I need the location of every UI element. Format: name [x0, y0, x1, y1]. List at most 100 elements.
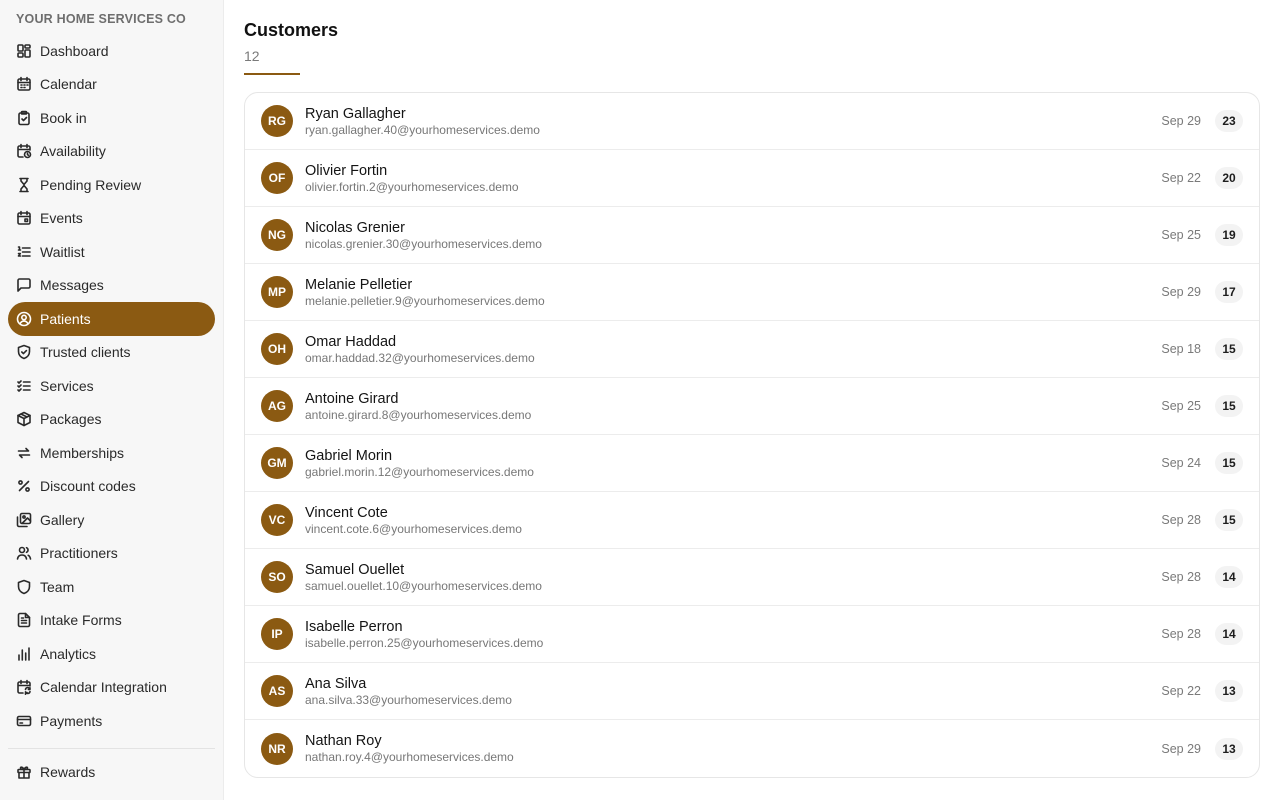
sidebar-item-label: Practitioners	[40, 545, 118, 562]
main-content: Customers 12 RG Ryan Gallagher ryan.gallag…	[224, 0, 1280, 800]
gallery-icon	[16, 512, 32, 528]
message-icon	[16, 277, 32, 293]
sidebar-item-label: Trusted clients	[40, 344, 131, 361]
customer-email: ana.silva.33@yourhomeservices.demo	[305, 692, 512, 707]
repeat-icon	[16, 445, 32, 461]
customer-name: Nicolas Grenier	[305, 219, 405, 236]
sidebar-item-label: Team	[40, 578, 75, 595]
customer-row[interactable]: AS Ana Silva ana.silva.33@yourhomeservices…	[245, 663, 1259, 720]
sidebar-item-services[interactable]: Services	[8, 369, 215, 403]
customer-name: Omar Haddad	[305, 333, 397, 350]
sidebar-item-pending-review[interactable]: Pending Review	[8, 168, 215, 202]
sidebar-item-packages[interactable]: Packages	[8, 403, 215, 437]
customer-name: Ryan Gallagher	[305, 105, 406, 122]
customer-email: samuel.ouellet.10@yourhomeservices.demo	[305, 578, 542, 593]
sidebar-item-label: Calendar	[40, 76, 97, 93]
avatar: NR	[261, 732, 293, 765]
customer-row[interactable]: OH Omar Haddad omar.haddad.32@yourhomeserv…	[245, 321, 1259, 378]
sidebar-item-label: Gallery	[40, 511, 85, 528]
customer-email: omar.haddad.32@yourhomeservices.demo	[305, 350, 535, 365]
sidebar-item-payments[interactable]: Payments	[8, 704, 215, 738]
last-visit-date: Sep 22	[1161, 171, 1201, 185]
customer-row[interactable]: OF Olivier Fortin olivier.fortin.2@yourhom…	[245, 150, 1259, 207]
customer-row[interactable]: MP Melanie Pelletier melanie.pelletier.9@y…	[245, 264, 1259, 321]
customer-row[interactable]: SO Samuel Ouellet samuel.ouellet.10@yourho…	[245, 549, 1259, 606]
customer-info: Gabriel Morin gabriel.morin.12@yourhomese…	[305, 447, 534, 480]
sidebar-item-team[interactable]: Team	[8, 570, 215, 604]
sidebar-item-label: Messages	[40, 277, 104, 294]
customer-info: Isabelle Perron isabelle.perron.25@yourho…	[305, 618, 543, 651]
sidebar-item-availability[interactable]: Availability	[8, 135, 215, 169]
last-visit-date: Sep 24	[1161, 456, 1201, 470]
avatar: OF	[261, 162, 293, 194]
gift-icon	[16, 764, 32, 780]
last-visit-date: Sep 29	[1161, 285, 1201, 299]
customer-info: Nicolas Grenier nicolas.grenier.30@yourho…	[305, 219, 542, 252]
customer-row[interactable]: GM Gabriel Morin gabriel.morin.12@yourhome…	[245, 435, 1259, 492]
sidebar-item-label: Book in	[40, 109, 87, 126]
sidebar-item-trusted-clients[interactable]: Trusted clients	[8, 336, 215, 370]
customer-row[interactable]: NR Nathan Roy nathan.roy.4@yourhomeservice…	[245, 720, 1259, 777]
sidebar-item-label: Analytics	[40, 645, 97, 662]
customer-email: nathan.roy.4@yourhomeservices.demo	[305, 750, 514, 764]
sidebar-item-dashboard[interactable]: Dashboard	[8, 34, 215, 68]
sidebar-item-patients[interactable]: Patients	[8, 302, 215, 336]
customer-email: gabriel.morin.12@yourhomeservices.demo	[305, 464, 534, 479]
sidebar-item-events[interactable]: Events	[8, 202, 215, 236]
avatar: SO	[261, 561, 293, 593]
last-visit-date: Sep 25	[1161, 399, 1201, 413]
shield-check-icon	[16, 344, 32, 360]
calendar-sync-icon	[16, 679, 32, 696]
sidebar-item-messages[interactable]: Messages	[8, 269, 215, 303]
customer-row[interactable]: NG Nicolas Grenier nicolas.grenier.30@your…	[245, 207, 1259, 264]
customer-name: Ana Silva	[305, 675, 367, 692]
customer-row[interactable]: IP Isabelle Perron isabelle.perron.25@your…	[245, 606, 1259, 663]
customer-email: nicolas.grenier.30@yourhomeservices.demo	[305, 236, 542, 251]
sidebar-item-label: Waitlist	[40, 243, 85, 260]
customer-name: Vincent Cote	[305, 504, 388, 521]
sidebar-item-label: Patients	[40, 310, 91, 327]
customer-list: RG Ryan Gallagher ryan.gallagher.40@yourho…	[244, 92, 1260, 778]
sidebar-item-gallery[interactable]: Gallery	[8, 503, 215, 537]
sidebar-item-book-in[interactable]: Book in	[8, 101, 215, 135]
sidebar-item-memberships[interactable]: Memberships	[8, 436, 215, 470]
customer-info: Samuel Ouellet samuel.ouellet.10@yourhome…	[305, 561, 542, 594]
sidebar-nav-bottom: Rewards	[8, 755, 215, 789]
page-title: Customers	[244, 20, 339, 40]
sidebar-item-discount-codes[interactable]: Discount codes	[8, 470, 215, 504]
sidebar-item-label: Calendar Integration	[40, 679, 167, 696]
avatar: MP	[261, 276, 293, 308]
bar-chart-icon	[16, 646, 32, 662]
customer-row[interactable]: RG Ryan Gallagher ryan.gallagher.40@yourho…	[245, 93, 1259, 150]
file-text-icon	[16, 612, 32, 628]
avatar: OH	[261, 333, 293, 365]
visit-count-badge: 20	[1215, 167, 1243, 189]
sidebar-item-label: Availability	[40, 143, 106, 160]
shield-icon	[16, 579, 32, 595]
last-visit-date: Sep 28	[1161, 627, 1201, 641]
last-visit-date: Sep 29	[1161, 114, 1201, 128]
sidebar-item-analytics[interactable]: Analytics	[8, 637, 215, 671]
customer-row[interactable]: VC Vincent Cote vincent.cote.6@yourhomeser…	[245, 492, 1259, 549]
sidebar-item-waitlist[interactable]: Waitlist	[8, 235, 215, 269]
customer-info: Ryan Gallagher ryan.gallagher.40@yourhome…	[305, 105, 540, 138]
sidebar-item-practitioners[interactable]: Practitioners	[8, 537, 215, 571]
sidebar-item-calendar-integration[interactable]: Calendar Integration	[8, 671, 215, 705]
calendar-clock-icon	[16, 143, 32, 159]
sidebar-item-rewards[interactable]: Rewards	[8, 755, 215, 789]
credit-card-icon	[16, 713, 32, 729]
customer-info: Antoine Girard antoine.girard.8@yourhomes…	[305, 390, 531, 423]
avatar: GM	[261, 447, 293, 479]
sidebar-item-label: Pending Review	[40, 176, 142, 193]
visit-count-badge: 14	[1215, 623, 1243, 645]
customer-info: Melanie Pelletier melanie.pelletier.9@you…	[305, 276, 545, 309]
sidebar-item-calendar[interactable]: Calendar	[8, 68, 215, 102]
last-visit-date: Sep 29	[1161, 741, 1201, 756]
avatar: AS	[261, 675, 293, 707]
sidebar-item-label: Packages	[40, 411, 102, 428]
package-icon	[16, 411, 32, 427]
sidebar-item-intake-forms[interactable]: Intake Forms	[8, 604, 215, 638]
users-icon	[16, 545, 32, 561]
hourglass-icon	[16, 177, 32, 193]
customer-row[interactable]: AG Antoine Girard antoine.girard.8@yourhom…	[245, 378, 1259, 435]
